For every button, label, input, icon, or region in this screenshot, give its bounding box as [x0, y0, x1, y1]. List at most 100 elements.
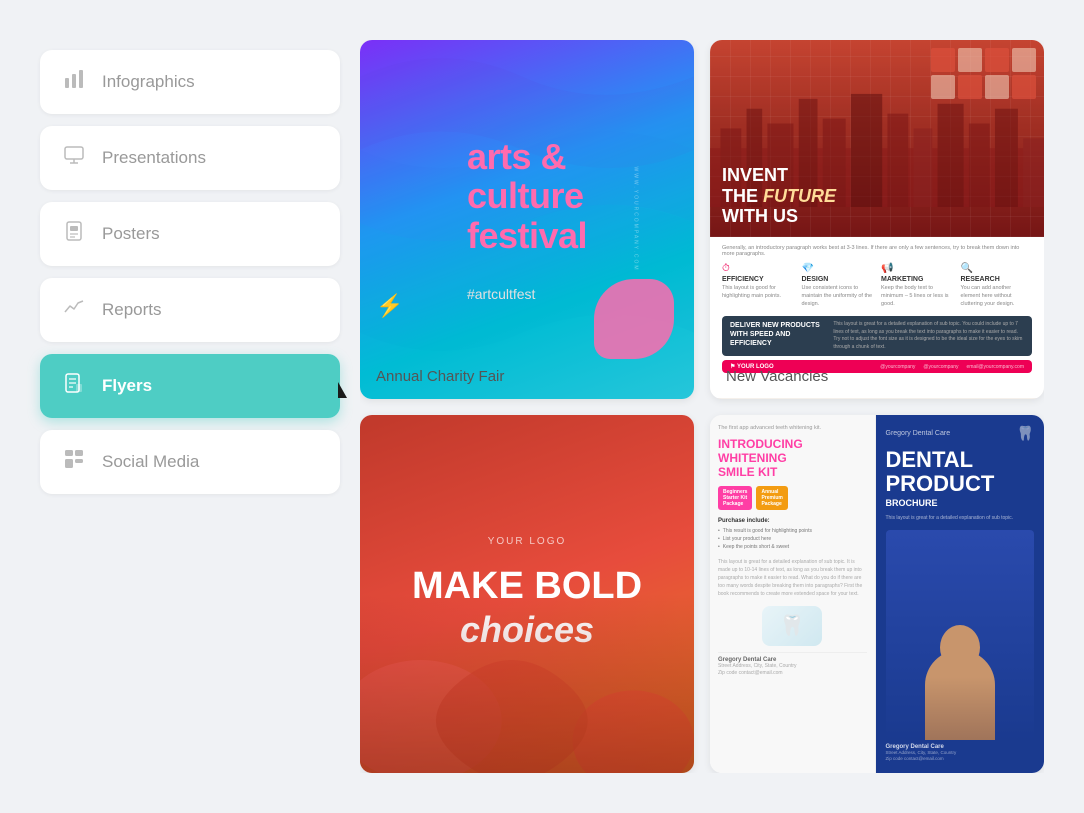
arts-text: arts &culturefestival #artcultfest [443, 117, 611, 322]
dental-body: This layout is great for a detailed expl… [718, 558, 867, 598]
arts-hashtag: #artcultfest [467, 286, 587, 302]
future-city-bg: INVENTTHE FUTUREWITH US [710, 40, 1044, 237]
dental-features: Purchase include: • This result is good … [718, 518, 867, 550]
cursor-icon [338, 382, 347, 398]
sq5 [931, 75, 955, 99]
social-media-icon [62, 448, 86, 476]
sidebar-label-presentations: Presentations [102, 148, 206, 168]
feature-1: • This result is good for highlighting p… [718, 528, 867, 534]
dental-person-placeholder [886, 530, 1035, 740]
future-top: INVENTTHE FUTUREWITH US [710, 40, 1044, 237]
arts-blob [594, 279, 674, 359]
dental-right-panel: Gregory Dental Care 🦷 DENTALPRODUCT BROC… [876, 415, 1045, 774]
sidebar-label-infographics: Infographics [102, 72, 195, 92]
sq1 [931, 48, 955, 72]
design-icon: 💎 [802, 263, 874, 274]
stat-research-text: You can add another element here without… [961, 285, 1033, 308]
stat-research: 🔍 RESEARCH You can add another element h… [961, 263, 1033, 308]
stat-efficiency-title: EFFICIENCY [722, 276, 794, 283]
pkg-beginner: BeginnersStarter KitPackage [718, 486, 752, 510]
dental-intro-title: INTRODUCINGWHITENINGSMILE KIT [718, 437, 867, 480]
dental-right-header: Gregory Dental Care 🦷 [886, 425, 1035, 442]
stat-efficiency: ⏱ EFFICIENCY This layout is good for hig… [722, 263, 794, 308]
sidebar-item-reports[interactable]: Reports [40, 278, 340, 342]
research-icon: 🔍 [961, 263, 1033, 274]
dental-footer: Gregory Dental Care Street Address, City… [886, 744, 1035, 764]
dental-product-image: 🦷 [718, 606, 867, 646]
contact-3: email@yourcompany.com [966, 364, 1024, 370]
stat-design: 💎 DESIGN Use consistent icons to maintai… [802, 263, 874, 308]
marketing-icon: 📢 [881, 263, 953, 274]
dental-middle-text: This layout is great for a detailed expl… [718, 558, 867, 598]
arts-side-text: WWW.YOURCOMPANY.COM [632, 167, 638, 272]
dental-brochure-body: This layout is great for a detailed expl… [886, 514, 1035, 522]
stat-design-text: Use consistent icons to maintain the uni… [802, 285, 874, 308]
dental-brand-text: Gregory Dental Care [886, 430, 951, 437]
efficiency-icon: ⏱ [722, 263, 794, 274]
arts-lightning: ⚡ [376, 293, 403, 319]
card-bold-choices[interactable]: YOUR LOGO make bold choices [360, 415, 694, 774]
contact-1: @yourcompany [880, 364, 915, 370]
card-future[interactable]: INVENTTHE FUTUREWITH US Generally, an in… [710, 40, 1044, 399]
dental-brochure-subtitle: BROCHURE [886, 498, 1035, 508]
dental-header-text: The first app advanced teeth whitening k… [718, 425, 867, 431]
card-future-label: New Vacancies [726, 368, 828, 385]
arts-title: arts &culturefestival [467, 137, 587, 256]
stat-marketing: 📢 MARKETING Keep the body text to minimu… [881, 263, 953, 308]
flyers-icon [62, 372, 86, 400]
stat-marketing-title: MARKETING [881, 276, 953, 283]
future-squares [923, 40, 1044, 107]
sidebar-label-flyers: Flyers [102, 376, 152, 396]
dental-left-panel: The first app advanced teeth whitening k… [710, 415, 876, 774]
dental-person-area [886, 530, 1035, 740]
sidebar-item-infographics[interactable]: Infographics [40, 50, 340, 114]
future-deliver: DELIVER NEW PRODUCTS WITH SPEED AND EFFI… [722, 316, 1032, 356]
sq6 [958, 75, 982, 99]
person-body [925, 650, 995, 740]
stat-design-title: DESIGN [802, 276, 874, 283]
deliver-right: This layout is great for a detailed expl… [833, 321, 1024, 351]
feature-2: • List your product here [718, 536, 867, 542]
reports-icon [62, 296, 86, 324]
dental-footer-addr: Street Address, City, State, CountryZip … [886, 750, 1035, 764]
sq8 [1012, 75, 1036, 99]
sidebar-label-reports: Reports [102, 300, 162, 320]
bold-content: YOUR LOGO make bold choices [360, 415, 694, 774]
pkg-annual: AnnualPremiumPackage [756, 486, 787, 510]
sq3 [985, 48, 1009, 72]
future-headline: INVENTTHE FUTUREWITH US [722, 165, 836, 227]
bold-gradient [360, 594, 694, 773]
future-desc: Generally, an introductory paragraph wor… [722, 245, 1032, 257]
content-grid: arts &culturefestival #artcultfest ⚡ WWW… [360, 40, 1044, 773]
clinic-address: Street Address, City, State, CountryZip … [718, 663, 867, 678]
posters-icon [62, 220, 86, 248]
sidebar-item-social-media[interactable]: Social Media [40, 430, 340, 494]
sidebar-label-posters: Posters [102, 224, 160, 244]
dental-brochure-title: DENTALPRODUCT [886, 448, 1035, 496]
sidebar-item-flyers[interactable]: Flyers [40, 354, 340, 418]
card-arts-culture[interactable]: arts &culturefestival #artcultfest ⚡ WWW… [360, 40, 694, 399]
dental-footer-left: Gregory Dental Care Street Address, City… [718, 652, 867, 678]
feature-3: • Keep the points short & sweet [718, 544, 867, 550]
sidebar: Infographics Presentations [40, 40, 340, 773]
sidebar-label-social-media: Social Media [102, 452, 199, 472]
stat-research-title: RESEARCH [961, 276, 1033, 283]
presentations-icon [62, 144, 86, 172]
future-stats: ⏱ EFFICIENCY This layout is good for hig… [722, 263, 1032, 308]
stat-efficiency-text: This layout is good for highlighting mai… [722, 285, 794, 300]
stat-marketing-text: Keep the body text to minimum – 5 lines … [881, 285, 953, 308]
arts-visual: arts &culturefestival #artcultfest ⚡ WWW… [360, 40, 694, 399]
sidebar-item-posters[interactable]: Posters [40, 202, 340, 266]
card-dental-brochure[interactable]: The first app advanced teeth whitening k… [710, 415, 1044, 774]
contact-2: @yourcompany [923, 364, 958, 370]
dental-packages: BeginnersStarter KitPackage AnnualPremiu… [718, 486, 867, 510]
sq7 [985, 75, 1009, 99]
dental-tooth-icon: 🦷 [1017, 425, 1034, 442]
sq4 [1012, 48, 1036, 72]
deliver-left: DELIVER NEW PRODUCTS WITH SPEED AND EFFI… [730, 321, 825, 351]
deliver-title: DELIVER NEW PRODUCTS WITH SPEED AND EFFI… [730, 321, 825, 348]
product-placeholder: 🦷 [762, 606, 822, 646]
app-container: Infographics Presentations [20, 20, 1064, 793]
features-header: Purchase include: [718, 518, 867, 524]
sidebar-item-presentations[interactable]: Presentations [40, 126, 340, 190]
